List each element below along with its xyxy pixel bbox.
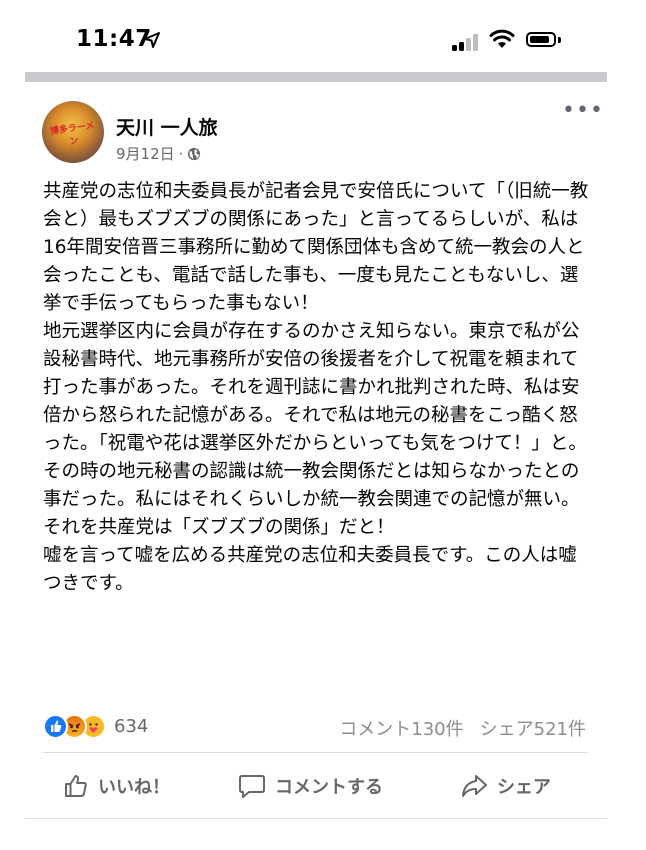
post-bottom-divider [25,818,607,819]
engagement-counts: コメント130件 シェア521件 [339,715,586,741]
like-button[interactable]: いいね！ [63,766,170,806]
share-button[interactable]: シェア [460,766,551,806]
author-name[interactable]: 天川 一人旅 [116,113,218,140]
post-text: 共産党の志位和夫委員長が記者会見で安倍氏について「（旧統一教会と）最もズブズブの… [43,178,595,598]
share-count[interactable]: シェア521件 [480,715,586,741]
signal-icon [452,31,482,51]
status-bar: 11:47 [0,0,646,70]
meta-separator: · [178,144,184,163]
avatar-logo-text: 博多ラーメン [49,120,96,148]
comment-icon [239,775,265,798]
section-divider [25,72,607,82]
post-paragraph: 地元選挙区内に会員が存在するのかさえ知らない。東京で私が公設秘書時代、地元事務所… [43,321,587,510]
actions-divider [43,752,588,753]
comment-count[interactable]: コメント130件 [339,715,463,741]
comment-button[interactable]: コメントする [238,766,383,806]
battery-icon [526,32,556,47]
comment-label: コメントする [275,777,383,798]
wifi-icon [489,29,515,48]
like-label: いいね！ [98,777,170,798]
status-time: 11:47 [76,26,152,52]
post-paragraph: それを共産党は「ズブズブの関係」だと！ [43,517,395,538]
post-paragraph: 共産党の志位和夫委員長が記者会見で安倍氏について「（旧統一教会と）最もズブズブの… [43,181,589,314]
reactions-summary[interactable]: 634 [43,713,149,739]
post-date[interactable]: 9月12日 [116,143,175,164]
share-icon [462,775,487,797]
globe-icon [188,147,201,160]
post-paragraph: 嘘を言って嘘を広める共産党の志位和夫委員長です。この人は嘘つきです。 [43,545,577,594]
more-options-icon[interactable]: ••• [562,100,603,124]
like-reaction-icon [43,713,68,739]
reaction-count: 634 [114,715,149,737]
location-arrow-icon [144,32,160,48]
avatar[interactable]: 博多ラーメン [42,101,104,163]
action-bar: いいね！ コメントする シェア [43,766,588,806]
post-meta: 9月12日 · [116,143,201,164]
share-label: シェア [497,777,551,798]
thumbs-up-icon [65,775,87,797]
